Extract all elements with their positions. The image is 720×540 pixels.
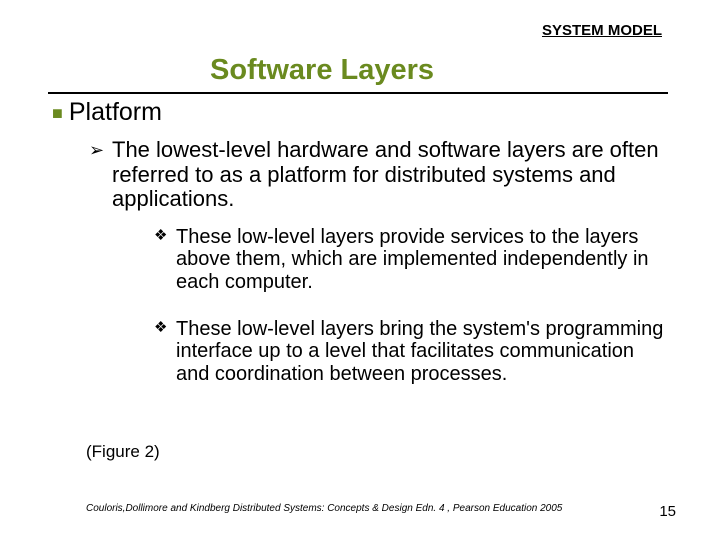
horizontal-rule	[48, 92, 668, 94]
square-bullet-icon: ■	[52, 103, 63, 123]
figure-reference: (Figure 2)	[86, 442, 160, 462]
section-heading: ■ Platform	[52, 98, 162, 127]
page-number: 15	[659, 503, 676, 520]
bullet-level-1: ➢ The lowest-level hardware and software…	[112, 138, 667, 212]
bullet-level-2-text: These low-level layers bring the system'…	[176, 318, 663, 385]
bullet-level-2: ❖ These low-level layers provide service…	[176, 226, 668, 293]
diamond-bullet-icon: ❖	[154, 228, 167, 245]
header-label: SYSTEM MODEL	[542, 22, 662, 39]
bullet-level-1-text: The lowest-level hardware and software l…	[112, 137, 659, 211]
bullet-level-2: ❖ These low-level layers bring the syste…	[176, 318, 668, 385]
diamond-bullet-icon: ❖	[154, 320, 167, 337]
section-heading-text: Platform	[69, 98, 162, 126]
footer-citation: Couloris,Dollimore and Kindberg Distribu…	[86, 503, 562, 514]
bullet-level-2-text: These low-level layers provide services …	[176, 226, 649, 293]
slide-title: Software Layers	[210, 54, 434, 87]
arrow-bullet-icon: ➢	[89, 140, 104, 160]
